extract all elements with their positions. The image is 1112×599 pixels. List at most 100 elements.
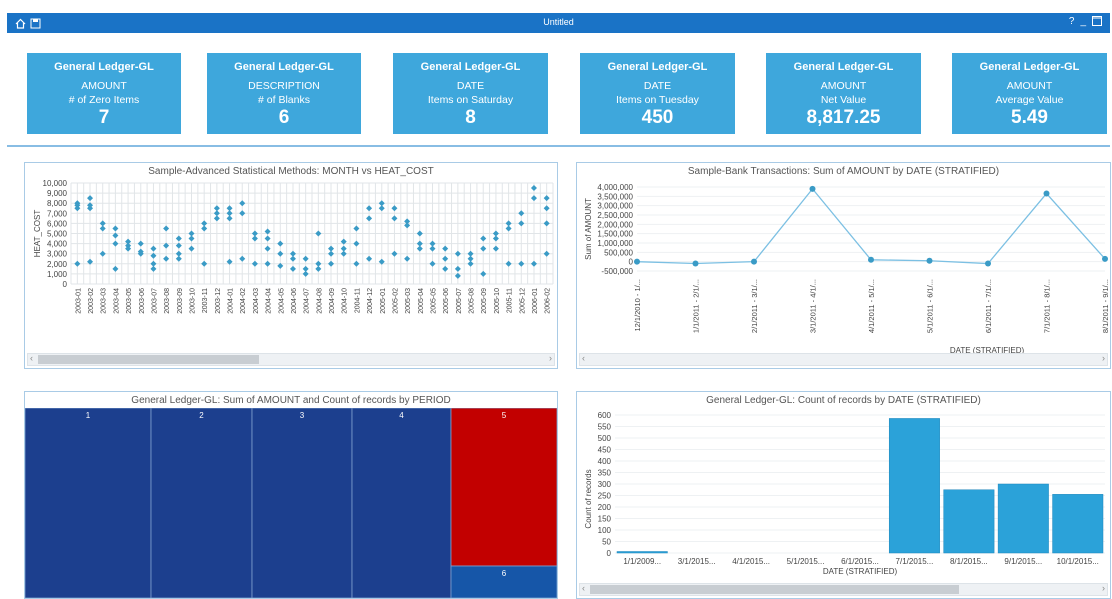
data-point [175, 255, 182, 262]
scroll-left-icon[interactable]: ‹ [582, 583, 585, 593]
kpi-field: DESCRIPTION [248, 80, 320, 92]
bar-chart[interactable]: 600550500450400350300250200150100500Coun… [577, 407, 1110, 592]
data-point [492, 245, 499, 252]
data-point [543, 220, 550, 227]
kpi-field: AMOUNT [820, 80, 867, 92]
x-tick-label: 2005-04 [418, 288, 425, 314]
y-tick-label: 350 [598, 469, 612, 478]
scatter-chart[interactable]: 10,0009,0008,0007,0006,000 5,0004,0003,00… [25, 177, 557, 367]
chart-title: Sample-Advanced Statistical Methods: MON… [148, 166, 434, 177]
treemap-cell [150, 408, 253, 598]
data-point [518, 210, 525, 217]
data-point [480, 245, 487, 252]
bar [616, 551, 668, 554]
scroll-left-icon[interactable]: ‹ [582, 353, 585, 363]
y-tick-label: 300 [598, 480, 612, 489]
kpi-tile[interactable]: General Ledger-GL DATE Items on Tuesday … [580, 53, 735, 134]
data-point [353, 260, 360, 267]
kpi-tile[interactable]: General Ledger-GL DATE Items on Saturday… [393, 53, 548, 134]
data-point [264, 260, 271, 267]
x-tick-label: 6/1/2011 - 7/1/... [984, 279, 993, 333]
data-point [985, 260, 991, 267]
x-tick-label: 2005-05 [431, 288, 438, 314]
kpi-metric: Items on Saturday [427, 94, 514, 106]
x-tick-label: 2003-07 [151, 288, 158, 314]
bar [1052, 494, 1104, 554]
data-point [251, 235, 258, 242]
horizontal-scrollbar[interactable]: ‹ › [579, 583, 1108, 596]
x-tick-label: 2005-07 [456, 288, 463, 314]
y-tick-label: 0 [607, 549, 612, 558]
y-tick-label: 450 [598, 446, 612, 455]
scrollbar-thumb[interactable] [38, 355, 259, 364]
x-tick-label: 2005-08 [469, 288, 476, 314]
data-point [328, 260, 335, 267]
kpi-header: General Ledger-GL [54, 61, 154, 73]
data-point [302, 270, 309, 277]
data-point [454, 250, 461, 257]
y-tick-label: 500,000 [604, 248, 633, 257]
y-tick-label: 500 [598, 434, 612, 443]
line-chart-panel: Sample-Bank Transactions: Sum of AMOUNT … [576, 162, 1111, 369]
y-tick-label: 1,000,000 [597, 239, 633, 248]
data-point [505, 260, 512, 267]
treemap-label: 4 [399, 411, 404, 420]
x-tick-label: 2004-12 [367, 288, 374, 314]
treemap-label: 3 [300, 411, 305, 420]
x-tick-label: 2004-06 [291, 288, 298, 314]
treemap-chart[interactable]: 1 2 3 4 5 6 [25, 408, 557, 598]
y-tick-label: 150 [598, 515, 612, 524]
data-point [328, 250, 335, 257]
x-tick-label: 2006-01 [532, 288, 539, 314]
data-point [353, 240, 360, 247]
horizontal-scrollbar[interactable]: ‹ › [27, 353, 555, 366]
scroll-right-icon[interactable]: › [549, 353, 552, 363]
data-point [492, 235, 499, 242]
horizontal-scrollbar[interactable]: ‹ › [579, 353, 1108, 366]
y-tick-label: 9,000 [47, 189, 68, 198]
data-point [429, 260, 436, 267]
kpi-field: DATE [643, 80, 672, 92]
x-tick-label: 2006-02 [545, 288, 552, 314]
data-point [163, 225, 170, 232]
scroll-right-icon[interactable]: › [1102, 353, 1105, 363]
data-point [163, 255, 170, 262]
data-point [391, 250, 398, 257]
scroll-right-icon[interactable]: › [1102, 583, 1105, 593]
scrollbar-thumb[interactable] [590, 585, 959, 594]
data-point [315, 265, 322, 272]
data-point [530, 195, 537, 202]
x-tick-label: 2005-11 [507, 288, 514, 313]
help-button[interactable]: ? [1069, 16, 1075, 29]
data-point [315, 230, 322, 237]
x-tick-label: 2003-06 [139, 288, 146, 314]
x-tick-label: 2003-11 [202, 288, 209, 313]
x-tick-label: 2005-10 [494, 288, 501, 314]
kpi-header: General Ledger-GL [793, 61, 894, 73]
maximize-icon[interactable] [1092, 16, 1102, 29]
x-tick-label: 2/1/2011 - 3/1/... [750, 279, 759, 333]
title-bar: Untitled ? _ [7, 13, 1110, 33]
x-tick-label: 1/1/2011 - 2/1/... [692, 279, 701, 333]
y-tick-label: 0 [629, 258, 634, 267]
kpi-tile[interactable]: General Ledger-GL DESCRIPTION # of Blank… [207, 53, 361, 134]
kpi-tile[interactable]: General Ledger-GL AMOUNT Net Value 8,817… [766, 53, 921, 134]
x-tick-label: 2004-10 [342, 288, 349, 314]
scroll-left-icon[interactable]: ‹ [30, 353, 33, 363]
kpi-metric: Net Value [820, 94, 867, 106]
line-chart[interactable]: 4,000,0003,500,0003,000,0002,500,0002,00… [577, 177, 1110, 367]
data-point [112, 240, 119, 247]
data-point [188, 235, 195, 242]
x-tick-label: 8/1/2015... [950, 557, 988, 566]
data-point [366, 205, 373, 212]
x-tick-label: 2004-04 [266, 288, 273, 314]
y-tick-label: 3,500,000 [597, 192, 633, 201]
x-tick-label: 2003-05 [126, 288, 133, 314]
data-point [201, 260, 208, 267]
kpi-tile[interactable]: General Ledger-GL AMOUNT # of Zero Items… [27, 53, 181, 134]
minimize-button[interactable]: _ [1080, 16, 1086, 29]
kpi-tile[interactable]: General Ledger-GL AMOUNT Average Value 5… [952, 53, 1107, 134]
y-tick-label: 100 [598, 526, 612, 535]
data-point [442, 255, 449, 262]
data-point [239, 200, 246, 207]
